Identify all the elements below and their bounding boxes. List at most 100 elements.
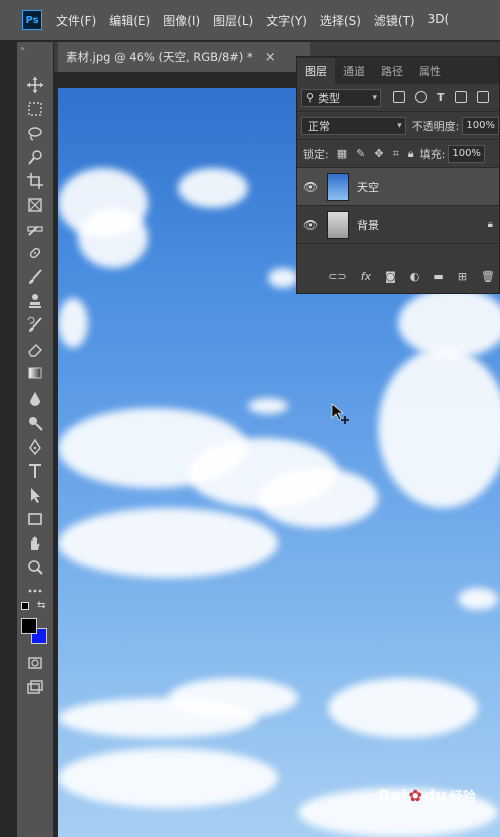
menu-3d[interactable]: 3D( [428, 12, 450, 29]
dodge-tool-icon[interactable] [17, 412, 53, 434]
tab-channels[interactable]: 通道 [335, 58, 373, 84]
fill-label: 填充: [419, 147, 446, 161]
quick-mask-icon[interactable] [17, 652, 53, 674]
rectangle-tool-icon[interactable] [17, 508, 53, 530]
lock-icons: ▦ ✎ ✥ ⌗ 🔒︎ [337, 147, 414, 161]
close-icon[interactable]: × [265, 50, 276, 65]
layers-panel: 图层 通道 路径 属性 ⚲ 类型 ▾ T 正常 ▾ 不透明度: 100% 锁定:… [296, 56, 500, 294]
cloud [58, 508, 278, 578]
artboard-lock-icon[interactable]: ⌗ [393, 147, 399, 161]
menu-file[interactable]: 文件(F) [56, 12, 96, 29]
lock-transparent-icon[interactable]: ▦ [337, 147, 347, 161]
folder-icon[interactable]: ▬ [433, 270, 443, 283]
eyedropper-tool-icon[interactable] [17, 218, 53, 240]
cloud [58, 298, 88, 348]
chevron-down-icon: ▾ [397, 120, 402, 131]
smart-object-filter-icon[interactable] [476, 91, 489, 103]
tab-properties[interactable]: 属性 [411, 58, 449, 84]
default-colors-icon[interactable] [21, 602, 29, 610]
layer-name: 天空 [357, 180, 379, 194]
cloud [248, 398, 288, 414]
pen-tool-icon[interactable] [17, 436, 53, 458]
layer-row-background[interactable]: 👁︎ 背景 🔒︎ [297, 206, 499, 244]
menu-items: 文件(F) 编辑(E) 图像(I) 图层(L) 文字(Y) 选择(S) 滤镜(T… [56, 12, 462, 29]
marquee-tool-icon[interactable] [17, 98, 53, 120]
layer-filter-select[interactable]: ⚲ 类型 ▾ [301, 88, 381, 107]
blend-mode-select[interactable]: 正常 ▾ [301, 116, 406, 135]
cloud [378, 348, 500, 508]
type-tool-icon[interactable] [17, 460, 53, 482]
type-filter-icon[interactable]: T [437, 91, 445, 104]
menu-type[interactable]: 文字(Y) [266, 12, 307, 29]
hand-tool-icon[interactable] [17, 532, 53, 554]
layer-row-sky[interactable]: 👁︎ 天空 [297, 168, 499, 206]
lock-position-icon[interactable]: ✥ [374, 147, 383, 161]
panel-tabs: 图层 通道 路径 属性 [297, 57, 499, 84]
menu-image[interactable]: 图像(I) [163, 12, 200, 29]
watermark-brand-suffix: du [423, 786, 447, 805]
pixel-filter-icon[interactable] [393, 91, 405, 103]
menu-layer[interactable]: 图层(L) [213, 12, 253, 29]
brush-tool-icon[interactable] [17, 266, 53, 288]
eye-icon[interactable]: 👁︎ [303, 218, 318, 232]
quick-select-tool-icon[interactable] [17, 146, 53, 168]
blend-row: 正常 ▾ 不透明度: 100% [297, 112, 499, 140]
history-brush-tool-icon[interactable] [17, 314, 53, 336]
cloud [78, 208, 148, 268]
fill-input[interactable]: 100% [448, 144, 485, 163]
gradient-tool-icon[interactable] [17, 362, 53, 384]
document-tab[interactable]: 素材.jpg @ 46% (天空, RGB/8#) * × [58, 42, 310, 72]
blend-mode-value: 正常 [308, 119, 330, 133]
layer-thumbnail [327, 210, 349, 239]
tab-paths[interactable]: 路径 [373, 58, 411, 84]
crop-tool-icon[interactable] [17, 170, 53, 192]
adjustment-icon[interactable]: ◐ [410, 270, 420, 283]
lock-all-icon[interactable]: 🔒︎ [408, 147, 414, 161]
cloud [258, 468, 378, 528]
cloud [178, 168, 248, 208]
mask-icon[interactable]: ◙ [385, 270, 396, 283]
link-icon[interactable]: ⊂⊃ [328, 270, 346, 283]
path-select-tool-icon[interactable] [17, 484, 53, 506]
move-tool-icon[interactable] [17, 74, 53, 96]
frame-tool-icon[interactable] [17, 194, 53, 216]
screen-mode-icon[interactable] [17, 676, 53, 698]
lasso-tool-icon[interactable] [17, 122, 53, 144]
clone-stamp-tool-icon[interactable] [17, 290, 53, 312]
healing-brush-tool-icon[interactable] [17, 242, 53, 264]
eye-icon[interactable]: 👁︎ [303, 180, 318, 194]
lock-image-icon[interactable]: ✎ [356, 147, 365, 161]
cloud [458, 588, 498, 610]
cloud [328, 678, 478, 738]
foreground-color-swatch[interactable] [21, 618, 37, 634]
shape-filter-icon[interactable] [454, 91, 467, 103]
swap-colors-icon[interactable]: ⇆ [37, 600, 45, 611]
move-cursor-icon [331, 403, 349, 424]
toolbar-grip[interactable]: » [17, 42, 53, 58]
tools-panel: » ⇆ [17, 42, 53, 837]
trash-icon[interactable]: 🗑︎ [481, 270, 495, 283]
zoom-tool-icon[interactable] [17, 556, 53, 578]
adjustment-filter-icon[interactable] [415, 91, 427, 103]
menu-bar: Ps 文件(F) 编辑(E) 图像(I) 图层(L) 文字(Y) 选择(S) 滤… [0, 0, 500, 40]
filter-row: ⚲ 类型 ▾ T [297, 84, 499, 112]
tab-layers[interactable]: 图层 [297, 58, 335, 84]
menu-filter[interactable]: 滤镜(T) [374, 12, 415, 29]
opacity-label: 不透明度: [411, 119, 460, 133]
filter-label: 类型 [318, 91, 341, 105]
cloud [268, 268, 298, 288]
blur-tool-icon[interactable] [17, 388, 53, 410]
watermark-text: 经验 [449, 790, 476, 805]
layer-name: 背景 [357, 218, 379, 232]
new-layer-icon[interactable]: ⊞ [458, 270, 467, 283]
fx-icon[interactable]: fx [361, 270, 371, 283]
menu-select[interactable]: 选择(S) [320, 12, 361, 29]
layers-panel-footer: ⊂⊃ fx ◙ ◐ ▬ ⊞ 🗑︎ [297, 259, 499, 293]
eraser-tool-icon[interactable] [17, 338, 53, 360]
photoshop-logo: Ps [22, 10, 42, 30]
cloud [58, 698, 258, 738]
menu-edit[interactable]: 编辑(E) [109, 12, 150, 29]
mores-tool-icon[interactable] [17, 580, 53, 602]
watermark-brand: Bai [378, 786, 407, 805]
opacity-input[interactable]: 100% [462, 116, 499, 135]
